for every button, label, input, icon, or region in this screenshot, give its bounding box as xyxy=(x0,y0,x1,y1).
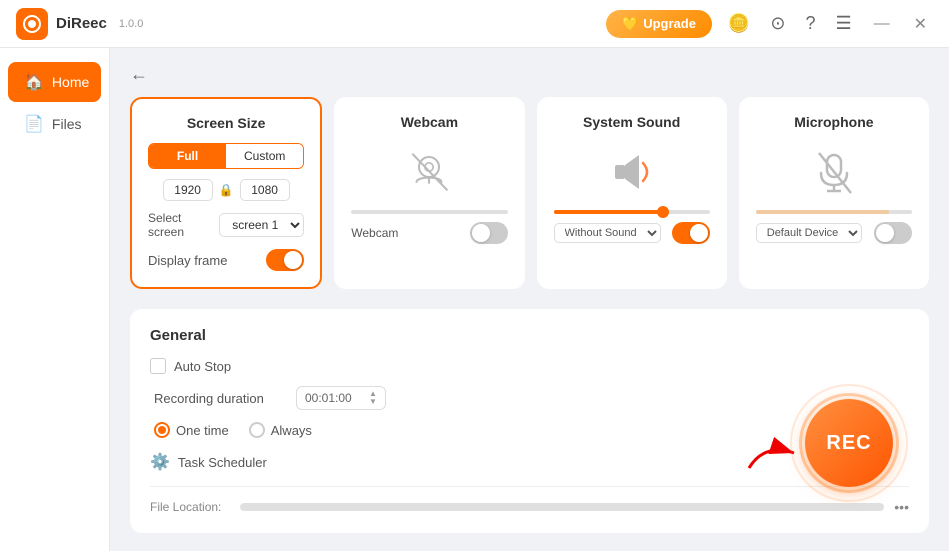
device-select[interactable]: Default Device xyxy=(756,223,862,243)
system-sound-toggle[interactable] xyxy=(672,222,710,244)
content-area: ← Screen Size Full Custom 🔒 Select scree… xyxy=(110,48,949,551)
duration-down-arrow[interactable]: ▼ xyxy=(369,398,377,406)
select-screen-label: Select screen xyxy=(148,211,219,239)
duration-input-wrap: ▲ ▼ xyxy=(296,386,386,410)
radio-one-time-btn[interactable] xyxy=(154,422,170,438)
app-icon xyxy=(16,8,48,40)
rec-btn-container: REC xyxy=(799,393,899,493)
menu-icon[interactable]: ☰ xyxy=(831,9,855,38)
webcam-slider-track[interactable] xyxy=(351,210,507,214)
screen-size-title: Screen Size xyxy=(148,115,304,131)
webcam-label: Webcam xyxy=(351,226,398,240)
mic-slider-track[interactable] xyxy=(756,210,912,214)
width-input[interactable] xyxy=(163,179,213,201)
rec-button[interactable]: REC xyxy=(805,399,893,487)
sound-slider-track[interactable] xyxy=(554,210,710,214)
sidebar-item-files[interactable]: 📄 Files xyxy=(8,104,101,144)
sidebar-item-home-label: Home xyxy=(52,74,89,90)
full-button[interactable]: Full xyxy=(149,144,226,168)
rec-outer-ring: REC xyxy=(799,393,899,493)
titlebar: DiReec 1.0.0 💛 Upgrade 🪙 ⊙ ? ☰ — ✕ xyxy=(0,0,949,48)
size-toggle: Full Custom xyxy=(148,143,304,169)
radio-always-label: Always xyxy=(271,423,312,438)
sidebar-item-home[interactable]: 🏠 Home xyxy=(8,62,101,102)
titlebar-actions: 💛 Upgrade 🪙 ⊙ ? ☰ — ✕ xyxy=(606,9,933,38)
webcam-bottom-row: Webcam xyxy=(351,222,507,244)
close-button[interactable]: ✕ xyxy=(908,10,933,38)
files-icon: 📄 xyxy=(24,114,44,134)
radio-always-btn[interactable] xyxy=(249,422,265,438)
sound-slider-fill xyxy=(554,210,663,214)
task-scheduler-label: Task Scheduler xyxy=(178,455,267,470)
speaker-icon xyxy=(607,147,657,197)
app-logo: DiReec 1.0.0 xyxy=(16,8,143,40)
radio-one-time-label: One time xyxy=(176,423,229,438)
mic-slider-row xyxy=(756,210,912,214)
select-screen-row: Select screen screen 1 xyxy=(148,211,304,239)
mic-slider-fill xyxy=(756,210,889,214)
recording-duration-row: Recording duration ▲ ▼ xyxy=(150,386,909,410)
webcam-title: Webcam xyxy=(351,114,507,130)
cards-row: Screen Size Full Custom 🔒 Select screen … xyxy=(130,97,929,289)
app-name: DiReec xyxy=(56,15,107,32)
sound-select[interactable]: Without Sound xyxy=(554,223,661,243)
auto-stop-row: Auto Stop xyxy=(150,358,909,374)
mic-toggle[interactable] xyxy=(874,222,912,244)
home-icon: 🏠 xyxy=(24,72,44,92)
sound-slider-row xyxy=(554,210,710,214)
resolution-row: 🔒 xyxy=(148,179,304,201)
webcam-slider-row xyxy=(351,210,507,214)
microphone-title: Microphone xyxy=(756,114,912,130)
main-layout: 🏠 Home 📄 Files ← Screen Size Full Custom… xyxy=(0,48,949,551)
lock-icon: 🔒 xyxy=(219,183,234,197)
screen-select[interactable]: screen 1 xyxy=(219,213,304,237)
sidebar: 🏠 Home 📄 Files xyxy=(0,48,110,551)
mic-bottom-row: Default Device xyxy=(756,222,912,244)
recording-duration-label: Recording duration xyxy=(154,391,284,406)
duration-arrows: ▲ ▼ xyxy=(369,390,377,406)
auto-stop-checkbox[interactable] xyxy=(150,358,166,374)
app-version: 1.0.0 xyxy=(119,18,143,30)
general-section: General Auto Stop Recording duration ▲ ▼ xyxy=(130,309,929,533)
webcam-toggle[interactable] xyxy=(470,222,508,244)
file-location-bar xyxy=(240,503,884,511)
system-sound-icon-wrap xyxy=(554,142,710,202)
file-location-label: File Location: xyxy=(150,500,230,514)
webcam-icon-wrap xyxy=(351,142,507,202)
webcam-card: Webcam Webcam xyxy=(334,97,524,289)
microphone-card: Microphone xyxy=(739,97,929,289)
screen-size-card: Screen Size Full Custom 🔒 Select screen … xyxy=(130,97,322,289)
mic-icon-wrap xyxy=(756,142,912,202)
sidebar-item-files-label: Files xyxy=(52,116,82,132)
display-frame-label: Display frame xyxy=(148,253,227,268)
custom-button[interactable]: Custom xyxy=(226,144,303,168)
radio-always[interactable]: Always xyxy=(249,422,312,438)
duration-input[interactable] xyxy=(305,391,365,405)
auto-stop-label: Auto Stop xyxy=(174,359,231,374)
back-button[interactable]: ← xyxy=(130,64,148,85)
target-icon[interactable]: ⊙ xyxy=(766,9,789,38)
coin-icon[interactable]: 🪙 xyxy=(724,9,754,38)
sound-bottom-row: Without Sound xyxy=(554,222,710,244)
display-frame-toggle[interactable] xyxy=(266,249,304,271)
minimize-button[interactable]: — xyxy=(868,11,896,37)
upgrade-heart-icon: 💛 xyxy=(622,16,638,32)
radio-one-time[interactable]: One time xyxy=(154,422,229,438)
system-sound-title: System Sound xyxy=(554,114,710,130)
upgrade-button[interactable]: 💛 Upgrade xyxy=(606,10,712,38)
file-location-row: File Location: ••• xyxy=(150,486,909,515)
system-sound-card: System Sound Without Sound xyxy=(537,97,727,289)
file-location-dots[interactable]: ••• xyxy=(894,499,909,515)
rec-label: REC xyxy=(826,432,871,455)
help-icon[interactable]: ? xyxy=(801,9,819,38)
display-frame-row: Display frame xyxy=(148,249,304,271)
general-title: General xyxy=(150,327,909,344)
gear-icon: ⚙️ xyxy=(150,452,170,472)
webcam-icon xyxy=(404,147,454,197)
height-input[interactable] xyxy=(240,179,290,201)
microphone-icon xyxy=(809,147,859,197)
upgrade-label: Upgrade xyxy=(643,16,696,31)
